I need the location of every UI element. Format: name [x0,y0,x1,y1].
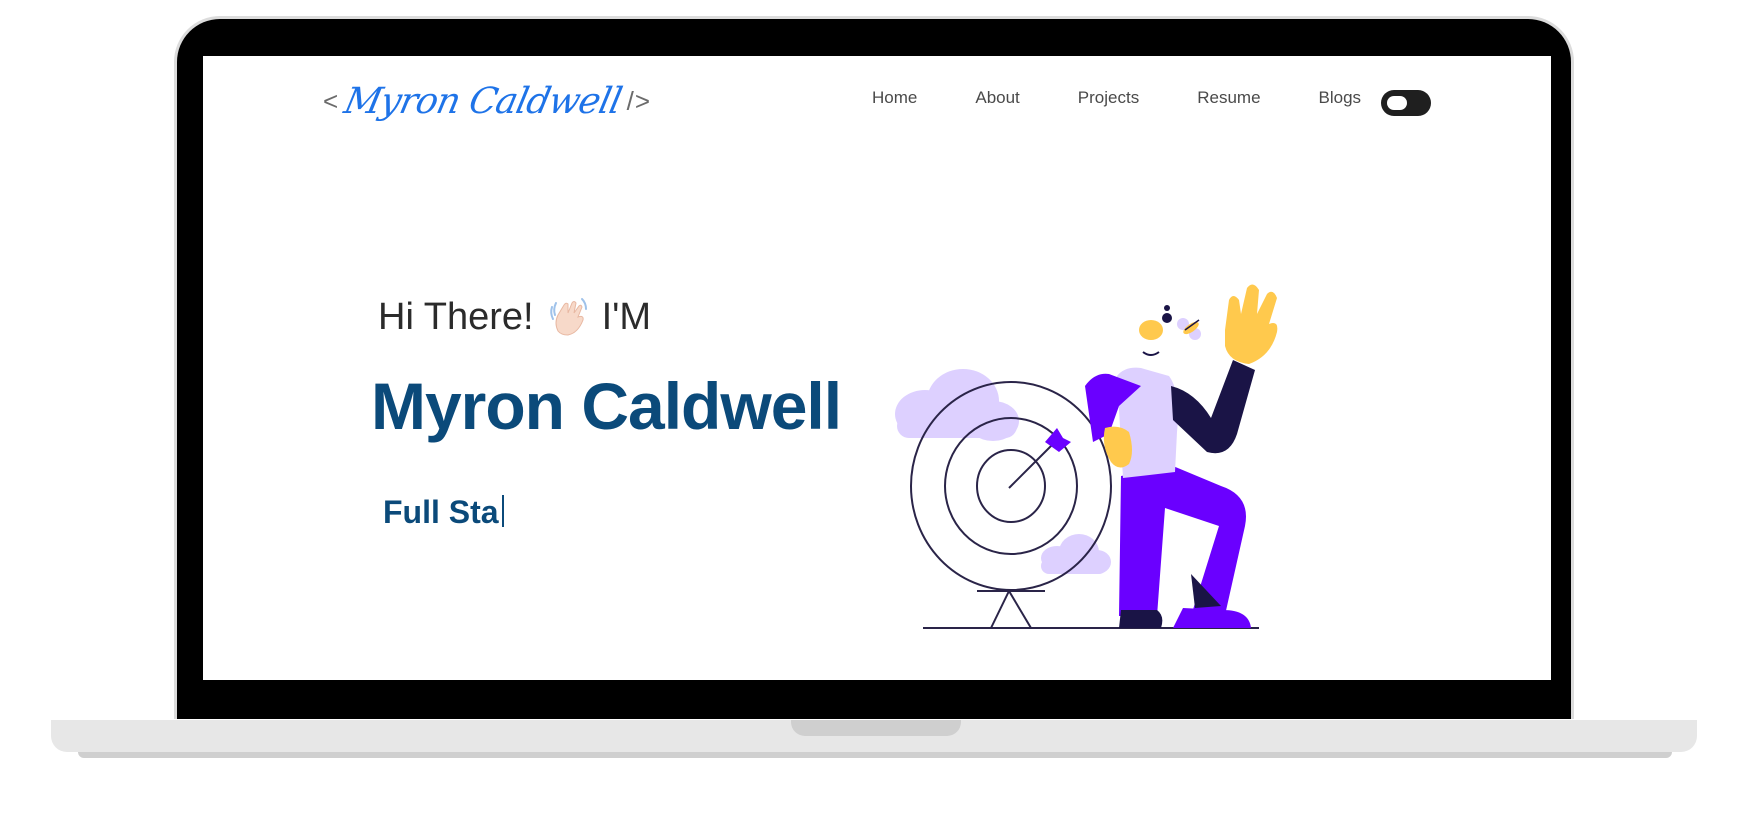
laptop-screen: < Myron Caldwell /> Home About Projects … [203,56,1551,680]
brand-logo[interactable]: < Myron Caldwell /> [323,76,651,126]
hero-name: Myron Caldwell [371,369,842,443]
person-with-target-illustration [895,284,1278,629]
nav-links: Home About Projects Resume Blogs [843,88,1390,108]
nav-item-resume[interactable]: Resume [1168,88,1289,108]
nav-item-about[interactable]: About [946,88,1048,108]
toggle-knob [1387,96,1407,110]
logo-name: Myron Caldwell [340,80,625,122]
laptop-notch [791,720,961,736]
laptop-shadow [78,752,1672,758]
navbar: < Myron Caldwell /> Home About Projects … [203,56,1551,152]
greeting-prefix: Hi There! [378,296,534,338]
dart-icon [1008,428,1071,489]
typed-role: Full Sta [383,494,504,531]
nav-item-blogs[interactable]: Blogs [1290,88,1391,108]
logo-open-bracket: < [323,85,340,116]
laptop-mockup: < Myron Caldwell /> Home About Projects … [0,0,1756,824]
waving-hand-icon [549,297,587,336]
bee-icon [1177,318,1201,340]
theme-toggle[interactable] [1381,90,1431,116]
nav-item-projects[interactable]: Projects [1049,88,1168,108]
nav-item-home[interactable]: Home [843,88,946,108]
hero-greeting: Hi There! I'M [378,296,651,339]
typing-cursor [501,495,504,527]
cloud-icon [895,369,1019,441]
typed-role-text: Full Sta [383,494,499,530]
greeting-suffix: I'M [601,296,652,338]
logo-close-bracket: /> [626,85,652,116]
